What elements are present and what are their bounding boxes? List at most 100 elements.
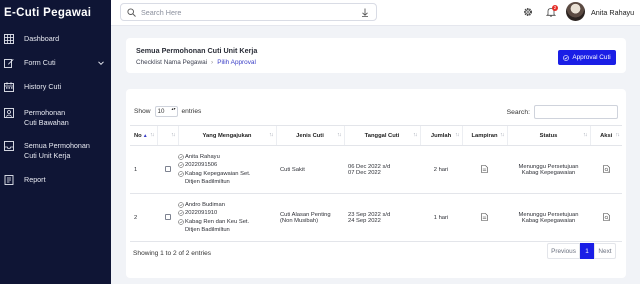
cell-action	[590, 193, 622, 242]
sidebar-item-label: Form Cuti	[24, 58, 56, 67]
cell-leave-type: Cuti Sakit	[276, 145, 344, 194]
report-icon	[4, 175, 14, 185]
breadcrumb-item-approval[interactable]: Pilih Approval	[217, 59, 256, 66]
document-search-icon[interactable]	[602, 164, 610, 173]
sidebar-item-label: Report	[24, 175, 46, 184]
table-search-input[interactable]	[534, 105, 618, 119]
leave-type-detail: (Non Musibah)	[280, 217, 319, 224]
sort-icon: ↑↓	[269, 132, 273, 138]
pagination: Previous 1 Next	[547, 243, 616, 259]
page-header-card: Semua Permohonan Cuti Unit Kerja Checkli…	[126, 38, 626, 73]
check-circle-icon	[178, 154, 184, 160]
cell-select	[157, 145, 178, 194]
column-header-aksi[interactable]: Aksi ↑↓	[589, 125, 622, 146]
column-header-label: Jenis Cuti	[296, 132, 324, 139]
cell-status: Menunggu Persetujuan Kabag Kepegawaian	[507, 193, 590, 242]
column-header-checkbox[interactable]: ↑↓	[156, 125, 178, 146]
sidebar-item-dashboard[interactable]: Dashboard	[0, 34, 111, 44]
sort-icon: ↑↓	[455, 132, 459, 138]
table-row: 1 Anita Rahayu 2022091506 Kabag Kepegawa…	[130, 145, 622, 194]
cell-attachment	[462, 145, 507, 194]
column-header-label: Lampiran	[471, 132, 498, 139]
row-checkbox[interactable]	[164, 213, 171, 220]
column-header-label: Jumlah	[430, 132, 452, 139]
next-page-button[interactable]: Next	[594, 243, 616, 259]
sidebar-item-label-line1: Permohonan	[24, 108, 66, 117]
document-icon[interactable]	[481, 164, 488, 173]
sort-asc-icon: ▲	[142, 132, 148, 139]
check-circle-icon	[178, 162, 184, 169]
sidebar-item-semua-permohonan[interactable]: Semua Permohonan Cuti Unit Kerja	[0, 141, 111, 160]
sidebar-item-history-cuti[interactable]: History Cuti	[0, 82, 111, 92]
check-circle-icon	[178, 218, 184, 225]
column-header-tanggal-cuti[interactable]: Tanggal Cuti ↑↓	[343, 125, 420, 146]
cell-leave-date: 06 Dec 2022 s/d 07 Dec 2022	[344, 145, 420, 194]
status-approver: Kabag Kepegawaian	[521, 169, 576, 176]
sidebar: E-Cuti Pegawai Dashboard Form Cuti Histo…	[0, 0, 111, 284]
search-input[interactable]	[141, 6, 351, 18]
table-search: Search:	[507, 105, 618, 119]
cell-no: 1	[130, 145, 157, 194]
search-bar[interactable]	[120, 3, 377, 21]
applicant-nip-line: 2022091506	[178, 161, 276, 169]
column-header-yang-mengajukan[interactable]: Yang Mengajukan ↑↓	[177, 125, 276, 146]
previous-page-button[interactable]: Previous	[547, 243, 580, 259]
sort-icon: ↑↓	[150, 132, 154, 138]
document-search-icon[interactable]	[602, 212, 610, 221]
sidebar-item-report[interactable]: Report	[0, 175, 111, 185]
page-1-button[interactable]: 1	[580, 243, 594, 259]
leave-requests-table: No▲ ↑↓ ↑↓ Yang Mengajukan ↑↓ Jenis Cuti ↑↓ …	[130, 125, 622, 242]
applicant-unit-line: Ditjen Badilmiltun	[185, 226, 230, 233]
table-search-label: Search:	[506, 108, 530, 116]
column-header-no[interactable]: No▲ ↑↓	[130, 125, 157, 146]
cell-select	[157, 193, 178, 242]
gear-icon[interactable]	[523, 7, 533, 17]
column-header-status[interactable]: Status ↑↓	[506, 125, 590, 146]
breadcrumb-item-checklist[interactable]: Checklist Nama Pegawai	[136, 59, 207, 66]
column-header-jenis-cuti[interactable]: Jenis Cuti ↑↓	[275, 125, 344, 146]
entries-length-control: Show 10 entries	[134, 106, 201, 117]
sort-icon: ↑↓	[583, 132, 587, 138]
sidebar-item-form-cuti[interactable]: Form Cuti	[0, 58, 111, 68]
sidebar-item-permohonan-cuti-bawahan[interactable]: Permohonan Cuti Bawahan	[0, 108, 111, 127]
page-title: Semua Permohonan Cuti Unit Kerja	[136, 46, 258, 55]
download-icon[interactable]	[361, 8, 369, 17]
leave-date-end: 07 Dec 2022	[348, 169, 381, 176]
cell-status: Menunggu Persetujuan Kabag Kepegawaian	[507, 145, 590, 194]
entries-select[interactable]: 10	[154, 106, 178, 117]
search-icon	[127, 8, 136, 17]
cell-attachment	[462, 193, 507, 242]
avatar[interactable]	[566, 2, 585, 21]
applicant-name-line: Anita Rahayu	[178, 153, 276, 161]
sidebar-item-label: Dashboard	[24, 34, 60, 43]
breadcrumb: Checklist Nama Pegawai › Pilih Approval	[136, 59, 256, 66]
row-checkbox[interactable]	[164, 165, 171, 172]
applicant-nip: 2022091910	[185, 210, 218, 217]
applicant-name: Andro Budiman	[185, 201, 225, 208]
entries-label: entries	[181, 108, 202, 115]
approval-cuti-button[interactable]: Approval Cuti	[558, 50, 616, 65]
sidebar-item-label: Semua Permohonan Cuti Unit Kerja	[24, 141, 90, 160]
column-header-jumlah[interactable]: Jumlah ↑↓	[419, 125, 462, 146]
chevron-down-icon	[98, 61, 104, 66]
inbox-icon	[4, 141, 14, 151]
leave-type: Cuti Sakit	[280, 166, 305, 173]
table-card: Show 10 entries Search: No▲↑↓ ↑↓ Yang Me…	[126, 89, 626, 278]
document-icon[interactable]	[481, 212, 488, 221]
cell-applicant: Anita Rahayu 2022091506 Kabag Kepegawaia…	[178, 145, 276, 194]
applicant-name: Anita Rahayu	[185, 153, 220, 160]
table-info: Showing 1 to 2 of 2 entries	[133, 250, 212, 257]
check-circle-icon	[178, 210, 184, 217]
sort-icon: ↑↓	[500, 132, 504, 138]
breadcrumb-separator-icon: ›	[211, 59, 214, 66]
column-header-lampiran[interactable]: Lampiran ↑↓	[461, 125, 507, 146]
check-circle-icon	[563, 54, 570, 61]
column-header-label: Aksi	[600, 132, 613, 139]
app-title: E-Cuti Pegawai	[4, 7, 92, 19]
edit-icon	[4, 59, 14, 68]
sidebar-item-label-line1: Semua Permohonan	[24, 141, 90, 150]
applicant-position: Kabag Kepegawaian Set.	[185, 170, 251, 177]
user-name[interactable]: Anita Rahayu	[591, 8, 634, 17]
cell-leave-type: Cuti Alasan Penting (Non Musibah)	[276, 193, 344, 242]
id-card-icon	[4, 108, 14, 118]
